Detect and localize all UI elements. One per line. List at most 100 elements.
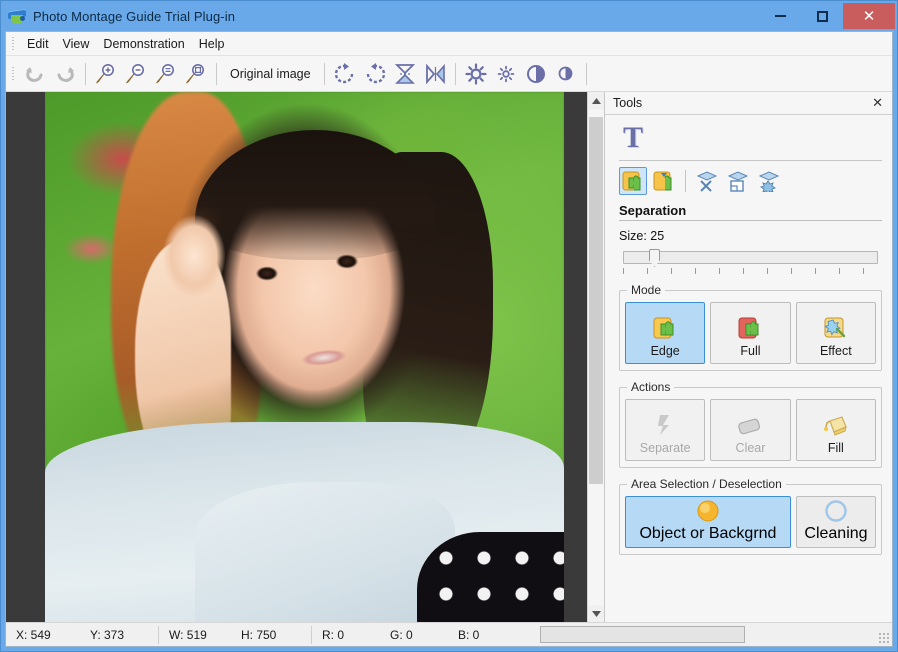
scrollbar-track[interactable] xyxy=(588,109,604,605)
photo-image[interactable] xyxy=(45,92,564,622)
scroll-up-arrow-icon[interactable] xyxy=(588,92,604,109)
menu-item-view[interactable]: View xyxy=(56,34,97,54)
close-button[interactable]: ✕ xyxy=(843,3,895,29)
separation-tool-icon[interactable] xyxy=(619,167,647,195)
tool-icon-row xyxy=(619,167,882,195)
brightness-small-icon[interactable] xyxy=(491,59,521,89)
status-x: X: 549 xyxy=(16,627,51,642)
tools-panel-title: Tools xyxy=(613,96,643,110)
menu-grip-handle[interactable] xyxy=(10,35,16,52)
status-w: W: 519 xyxy=(169,627,207,642)
status-r: R: 0 xyxy=(322,627,345,642)
work-area: Tools ✕ T Separation Size: 25 Mode Edge … xyxy=(6,92,892,622)
photo-eye-left xyxy=(250,264,284,283)
maximize-button[interactable] xyxy=(801,3,843,29)
area-selection-legend: Area Selection / Deselection xyxy=(631,477,782,491)
edge-mode-icon xyxy=(652,315,678,341)
mode-full-button[interactable]: Full xyxy=(710,302,791,364)
action-clear-button[interactable]: Clear xyxy=(710,399,791,461)
zoom-actual-icon[interactable] xyxy=(181,59,211,89)
separation-alt-tool-icon[interactable] xyxy=(650,167,678,195)
mode-edge-button[interactable]: Edge xyxy=(625,302,706,364)
mode-group: Mode Edge Full Effect xyxy=(619,283,882,371)
mode-full-label: Full xyxy=(740,344,761,358)
guide-remove-icon[interactable] xyxy=(693,167,721,195)
mode-legend: Mode xyxy=(631,283,662,297)
action-clear-label: Clear xyxy=(735,441,766,455)
size-slider-ticks xyxy=(623,268,878,274)
area-cleaning-button[interactable]: Cleaning xyxy=(795,496,876,548)
full-mode-icon xyxy=(737,315,763,341)
outline-circle-icon xyxy=(824,499,848,523)
area-object-or-background-button[interactable]: Object or Backgrnd xyxy=(625,496,791,548)
title-bar: Photo Montage Guide Trial Plug-in ✕ xyxy=(1,1,897,31)
action-fill-button[interactable]: Fill xyxy=(795,399,876,461)
mode-effect-button[interactable]: Effect xyxy=(795,302,876,364)
window-controls: ✕ xyxy=(759,3,895,29)
brand-logo-t: T xyxy=(623,121,644,154)
toolbar-grip-handle[interactable] xyxy=(10,65,16,82)
size-slider[interactable] xyxy=(619,249,882,277)
separate-icon xyxy=(652,412,678,438)
status-bar: X: 549 Y: 373 W: 519 H: 750 R: 0 G: 0 B:… xyxy=(6,622,892,646)
scrollbar-thumb[interactable] xyxy=(589,117,603,485)
status-y: Y: 373 xyxy=(90,627,125,642)
menu-item-help[interactable]: Help xyxy=(192,34,232,54)
brightness-icon[interactable] xyxy=(461,59,491,89)
rotate-cw-icon[interactable] xyxy=(330,59,360,89)
canvas-vertical-scrollbar[interactable] xyxy=(587,92,604,622)
guide-effect-icon[interactable] xyxy=(755,167,783,195)
mode-button-row: Edge Full Effect xyxy=(625,302,876,364)
mode-edge-label: Edge xyxy=(650,344,680,358)
contrast-small-icon[interactable] xyxy=(551,59,581,89)
client-area: Edit View Demonstration Help Original im… xyxy=(5,31,893,647)
photo-skirt xyxy=(417,532,564,622)
area-object-or-background-label: Object or Backgrnd xyxy=(639,525,777,542)
actions-button-row: Separate Clear Fill xyxy=(625,399,876,461)
graduation-cap-icon xyxy=(8,7,26,25)
toolbar-separator-3 xyxy=(323,62,325,85)
size-slider-track[interactable] xyxy=(623,251,878,264)
menu-bar: Edit View Demonstration Help xyxy=(6,32,892,56)
menu-item-edit[interactable]: Edit xyxy=(20,34,56,54)
tools-close-icon[interactable]: ✕ xyxy=(869,95,886,111)
paint-bucket-icon xyxy=(822,412,850,438)
rotate-ccw-icon[interactable] xyxy=(360,59,390,89)
window-title: Photo Montage Guide Trial Plug-in xyxy=(33,8,236,24)
scroll-down-arrow-icon[interactable] xyxy=(588,605,604,622)
tools-panel-body: T Separation Size: 25 Mode Edge Full Eff… xyxy=(605,115,892,622)
zoom-out-icon[interactable] xyxy=(121,59,151,89)
zoom-in-icon[interactable] xyxy=(91,59,121,89)
separation-section-title: Separation xyxy=(619,203,687,218)
undo-icon[interactable] xyxy=(20,59,50,89)
area-selection-button-row: Object or Backgrnd Cleaning xyxy=(625,496,876,548)
status-h: H: 750 xyxy=(241,627,277,642)
close-icon: ✕ xyxy=(862,7,876,25)
actions-group: Actions Separate Clear Fill xyxy=(619,380,882,468)
resize-grip-icon[interactable] xyxy=(878,632,889,643)
flip-vertical-icon[interactable] xyxy=(390,59,420,89)
action-separate-button[interactable]: Separate xyxy=(625,399,706,461)
original-image-label: Original image xyxy=(230,66,311,81)
redo-icon[interactable] xyxy=(50,59,80,89)
size-slider-thumb[interactable] xyxy=(649,249,660,267)
main-toolbar: Original image xyxy=(6,56,892,92)
toolbar-separator xyxy=(85,62,86,85)
tools-panel: Tools ✕ T Separation Size: 25 Mode Edge … xyxy=(604,92,892,622)
filled-circle-icon xyxy=(696,499,720,523)
toolbar-separator-2 xyxy=(216,62,217,85)
action-separate-label: Separate xyxy=(639,441,691,455)
logo-divider xyxy=(619,160,882,161)
contrast-icon[interactable] xyxy=(521,59,551,89)
image-canvas[interactable] xyxy=(6,92,587,622)
zoom-fit-icon[interactable] xyxy=(151,59,181,89)
toolbar-separator-5 xyxy=(585,62,587,85)
menu-item-demonstration[interactable]: Demonstration xyxy=(96,34,191,54)
minimize-button[interactable] xyxy=(759,3,801,29)
mode-effect-label: Effect xyxy=(819,344,852,358)
status-b: B: 0 xyxy=(458,627,480,642)
flip-horizontal-icon[interactable] xyxy=(420,59,450,89)
guide-crop-icon[interactable] xyxy=(724,167,752,195)
area-selection-group: Area Selection / Deselection Object or B… xyxy=(619,477,882,555)
action-fill-label: Fill xyxy=(827,441,844,455)
